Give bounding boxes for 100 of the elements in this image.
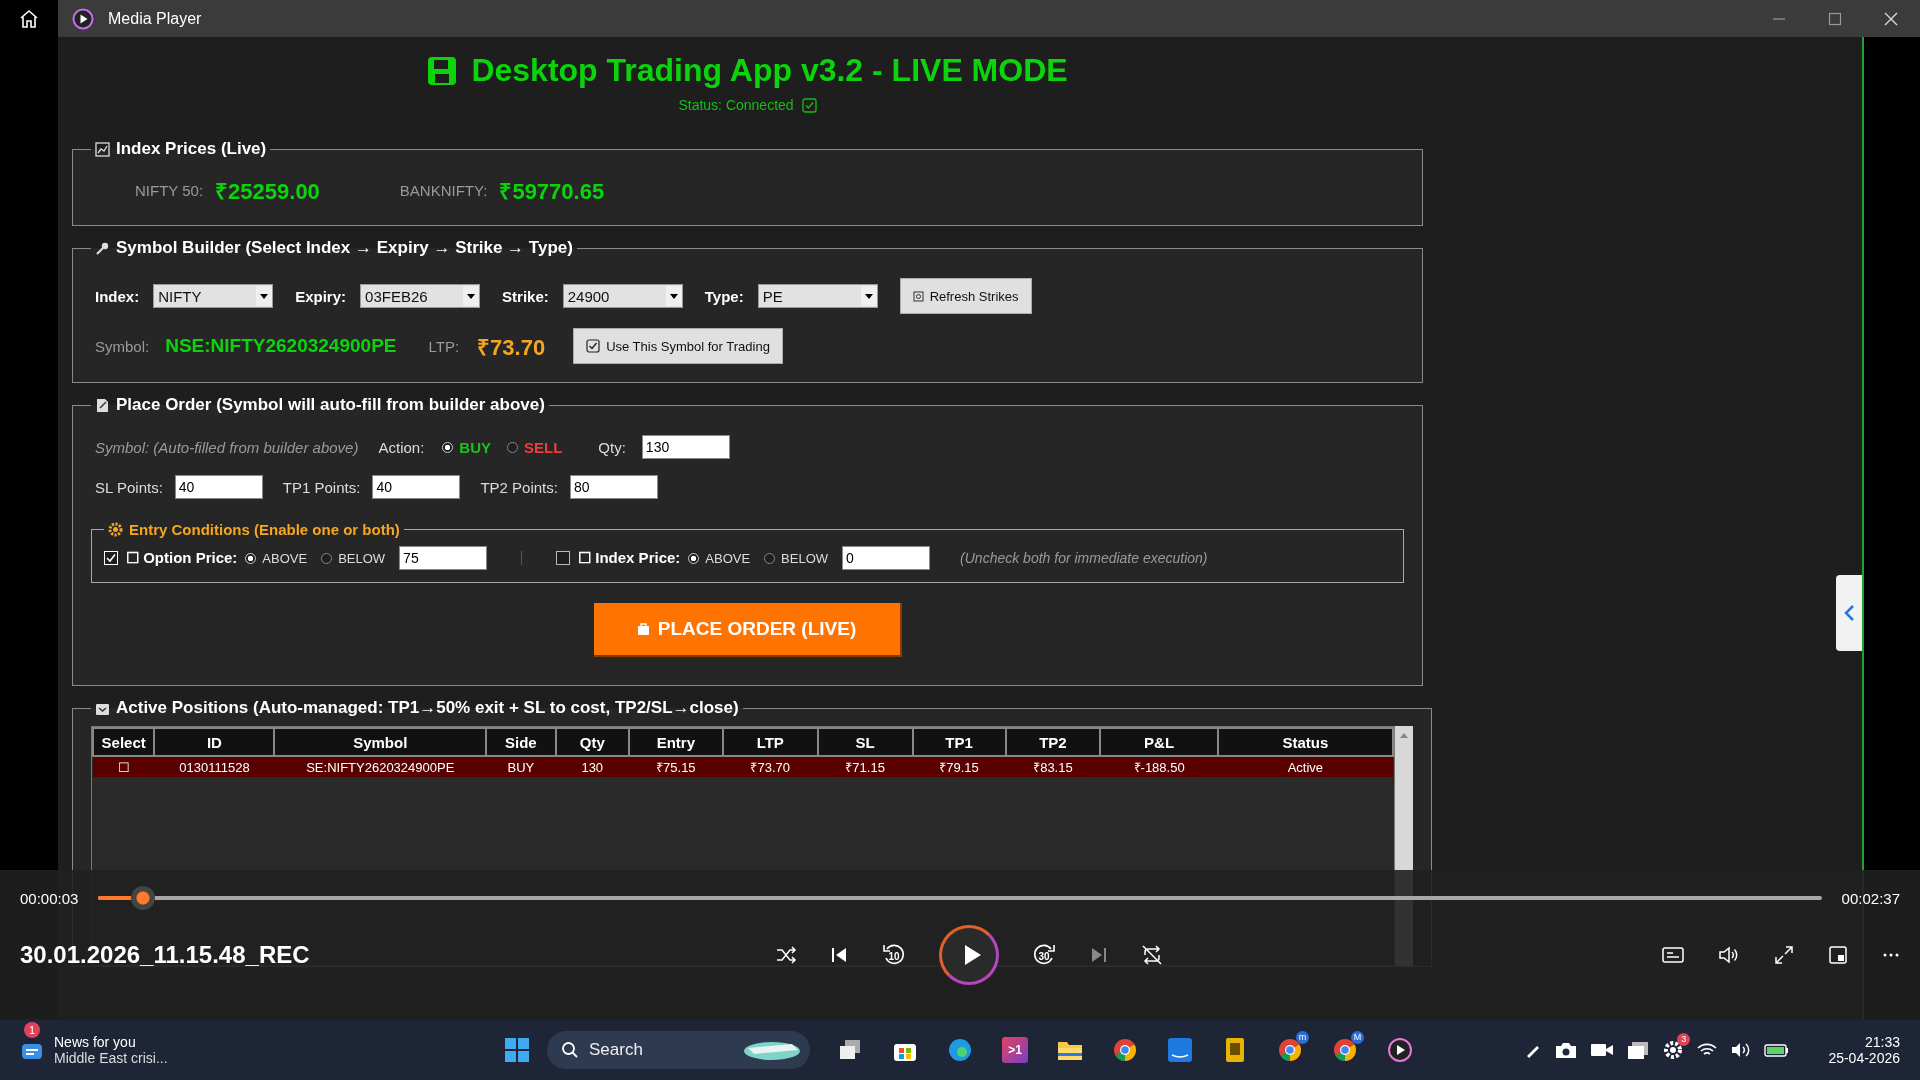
condition-hint: (Uncheck both for immediate execution)	[960, 550, 1208, 566]
video-camera-icon[interactable]	[1590, 1041, 1615, 1059]
check-icon	[801, 97, 817, 113]
checkbox[interactable]	[556, 551, 571, 565]
input-field[interactable]: 40	[174, 475, 263, 499]
terminal-icon[interactable]: >1	[1002, 1037, 1028, 1063]
price-value: ₹59770.65	[499, 178, 605, 205]
action-label: Action:	[378, 438, 425, 456]
radio-label: ABOVE	[705, 550, 751, 566]
player-icon[interactable]	[1387, 1037, 1413, 1063]
column-header[interactable]: Status	[1217, 728, 1393, 756]
maximize-icon[interactable]	[1828, 11, 1842, 26]
search-field[interactable]: Search	[547, 1031, 810, 1069]
shuffle-icon[interactable]	[775, 945, 797, 965]
column-header[interactable]: P&L	[1100, 728, 1218, 756]
connection-status: Status: Connected	[678, 97, 794, 113]
document-icon	[95, 397, 110, 413]
column-header[interactable]: SL	[817, 728, 913, 756]
dropdown[interactable]: NIFTY	[153, 284, 274, 308]
field-label: SL Points:	[95, 478, 163, 496]
input-field[interactable]: 75	[399, 546, 488, 570]
field-label: Qty:	[598, 438, 626, 456]
fullscreen-icon[interactable]	[1774, 945, 1794, 965]
symbol-hint: Symbol: (Auto-filled from builder above)	[95, 438, 359, 456]
action-option: SELL	[524, 438, 563, 456]
radio-button[interactable]	[442, 441, 454, 453]
browser-icon[interactable]	[1112, 1037, 1138, 1063]
chart-icon	[95, 141, 110, 157]
clock-date[interactable]: 25-04-2026	[1828, 1050, 1900, 1066]
table-cell: BUY	[486, 756, 556, 777]
previous-icon[interactable]	[829, 945, 849, 965]
chevron-left-icon	[1842, 603, 1856, 623]
field-label: Expiry:	[295, 287, 347, 305]
windows-icon[interactable]	[1626, 1040, 1651, 1060]
dropdown[interactable]: PE	[757, 284, 878, 308]
mini-player-icon[interactable]	[1828, 945, 1848, 965]
news-title[interactable]: News for you	[54, 1034, 168, 1050]
app-title: Desktop Trading App v3.2 - LIVE MODE	[471, 52, 1068, 89]
radio-label: BELOW	[781, 550, 829, 566]
dropdown[interactable]: 03FEB26	[360, 284, 481, 308]
caret-icon	[860, 286, 877, 306]
gear-icon	[108, 522, 123, 537]
price-label: NIFTY 50:	[135, 181, 204, 199]
news-headline[interactable]: Middle East crisi...	[54, 1050, 168, 1066]
column-header[interactable]: Side	[486, 728, 556, 756]
field-label: Type:	[704, 287, 744, 305]
column-header[interactable]: LTP	[722, 728, 818, 756]
elapsed-time: 00:00:03	[20, 889, 79, 907]
price-label: BANKNIFTY:	[399, 181, 488, 199]
clock-time[interactable]: 21:33	[1864, 1034, 1900, 1050]
floppy-icon	[427, 55, 458, 86]
use-symbol-button[interactable]: Use This Symbol for Trading	[573, 328, 783, 364]
field-label: TP2 Points:	[480, 478, 558, 496]
notification-badge: 1	[24, 1022, 40, 1038]
close-icon[interactable]	[1884, 11, 1898, 26]
column-header[interactable]: Symbol	[274, 728, 487, 756]
price-value: ₹25259.00	[215, 178, 320, 205]
next-icon[interactable]	[1089, 945, 1109, 965]
notification-badge: 3	[1677, 1033, 1691, 1046]
home-icon[interactable]	[19, 8, 39, 29]
field-label: TP1 Points:	[282, 478, 361, 496]
ltp-label: LTP:	[428, 337, 460, 355]
camera-icon[interactable]	[1554, 1040, 1579, 1060]
radio-button[interactable]	[688, 552, 700, 564]
symbol-label: Symbol:	[95, 337, 150, 355]
column-header[interactable]: TP1	[912, 728, 1006, 756]
table-cell: ☐	[93, 756, 155, 777]
play-button[interactable]	[939, 925, 999, 985]
radio-button[interactable]	[321, 552, 333, 564]
field-label: Index:	[95, 287, 140, 305]
column-header[interactable]: Select	[93, 728, 155, 756]
column-header[interactable]: Entry	[628, 728, 723, 756]
input-field[interactable]: 80	[569, 475, 658, 499]
seek-thumb[interactable]	[131, 886, 156, 910]
column-header[interactable]: Qty	[555, 728, 629, 756]
side-panel-tab[interactable]	[1836, 575, 1862, 651]
refresh-strikes-button[interactable]: Refresh Strikes	[899, 278, 1032, 314]
repeat-off-icon[interactable]	[1141, 944, 1163, 966]
volume-icon[interactable]	[1718, 945, 1740, 965]
caret-icon	[463, 286, 480, 306]
dropdown[interactable]: 24900	[562, 284, 683, 308]
battery-icon[interactable]	[1764, 1042, 1791, 1058]
column-header[interactable]: ID	[154, 728, 275, 756]
caret-icon	[665, 286, 682, 306]
start-icon[interactable]	[504, 1037, 530, 1063]
input-field[interactable]: 40	[372, 475, 461, 499]
captions-icon[interactable]	[1662, 946, 1684, 964]
panel-title: Symbol Builder (Select Index → Expiry → Strike → Type)	[116, 238, 573, 258]
radio-button[interactable]	[764, 552, 776, 564]
edge-browser-icon[interactable]	[947, 1037, 973, 1063]
radio-button[interactable]	[507, 441, 518, 453]
input-field[interactable]: 130	[641, 435, 730, 459]
file-name: 30.01.2026_11.15.48_REC	[20, 941, 310, 969]
symbol-value: NSE:NIFTY2620324900PE	[165, 335, 397, 357]
radio-button[interactable]	[245, 552, 257, 564]
input-field[interactable]: 0	[842, 546, 931, 570]
more-icon[interactable]	[1882, 952, 1900, 958]
window-title: Media Player	[108, 9, 202, 28]
table-cell: 0130111528	[154, 756, 275, 777]
column-header[interactable]: TP2	[1005, 728, 1101, 756]
